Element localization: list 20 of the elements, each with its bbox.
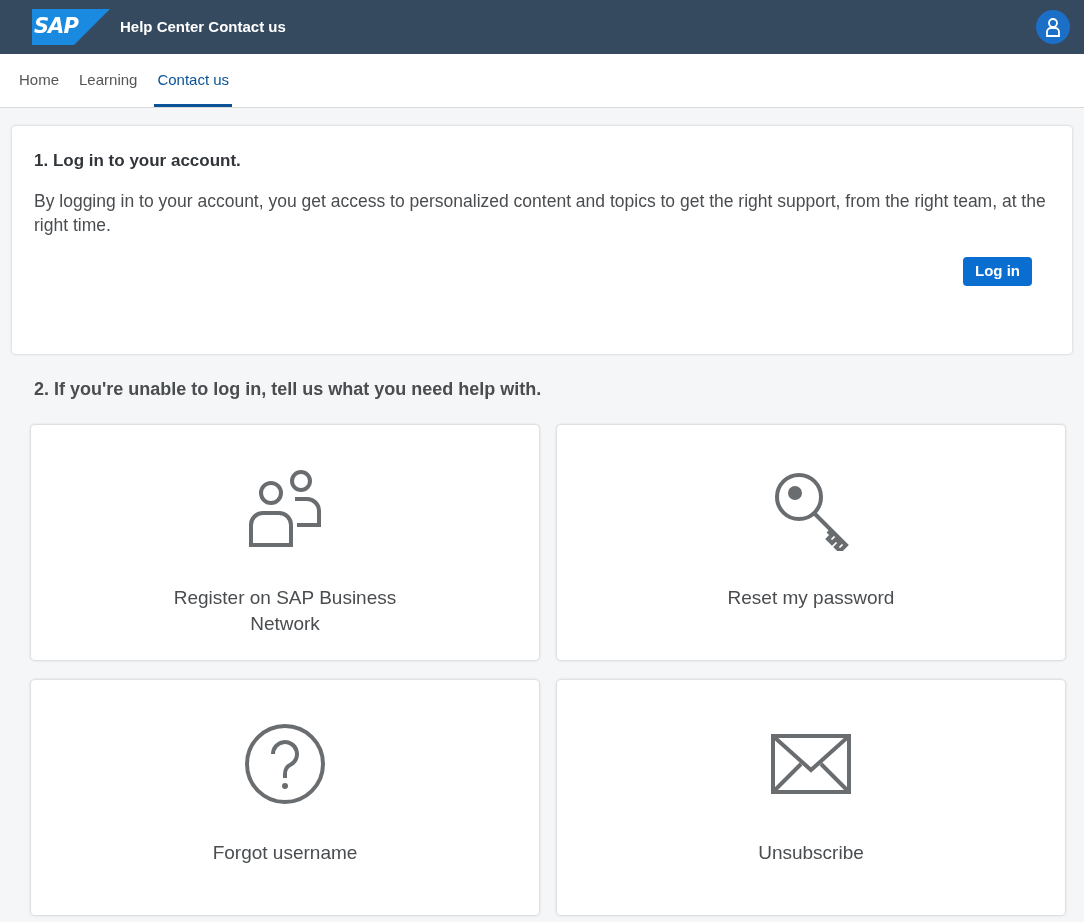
help-tile[interactable]: Reset my password xyxy=(557,425,1065,660)
section-heading: 2. If you're unable to log in, tell us what you need help with. xyxy=(34,378,543,401)
login-button[interactable]: Log in xyxy=(963,256,1032,286)
card-heading: 1. Log in to your account. xyxy=(34,150,242,172)
question-icon xyxy=(243,722,327,806)
tile-label: Unsubscribe xyxy=(757,841,865,865)
help-tile[interactable]: Unsubscribe xyxy=(557,680,1065,915)
user-avatar-icon[interactable] xyxy=(1036,10,1070,44)
card-text: By logging in to your account, you get access to personalized content and topics to get the right support, from the right team, at the right time. xyxy=(34,189,1047,237)
help-tile[interactable]: Forgot username xyxy=(31,680,539,915)
logo: SAP xyxy=(32,9,110,45)
tile-label: Register on SAP Business Network xyxy=(172,586,398,636)
envelope-icon xyxy=(769,732,853,796)
header-title: Help Center Contact us xyxy=(120,16,286,37)
help-tile[interactable]: Register on SAP Business Network xyxy=(31,425,539,660)
nav-tab[interactable]: Contact us xyxy=(154,54,233,107)
tile-label: Forgot username xyxy=(211,841,359,865)
nav-tab[interactable]: Home xyxy=(16,54,62,107)
nav-tab[interactable]: Learning xyxy=(76,54,141,107)
tile-label: Reset my password xyxy=(726,586,896,610)
